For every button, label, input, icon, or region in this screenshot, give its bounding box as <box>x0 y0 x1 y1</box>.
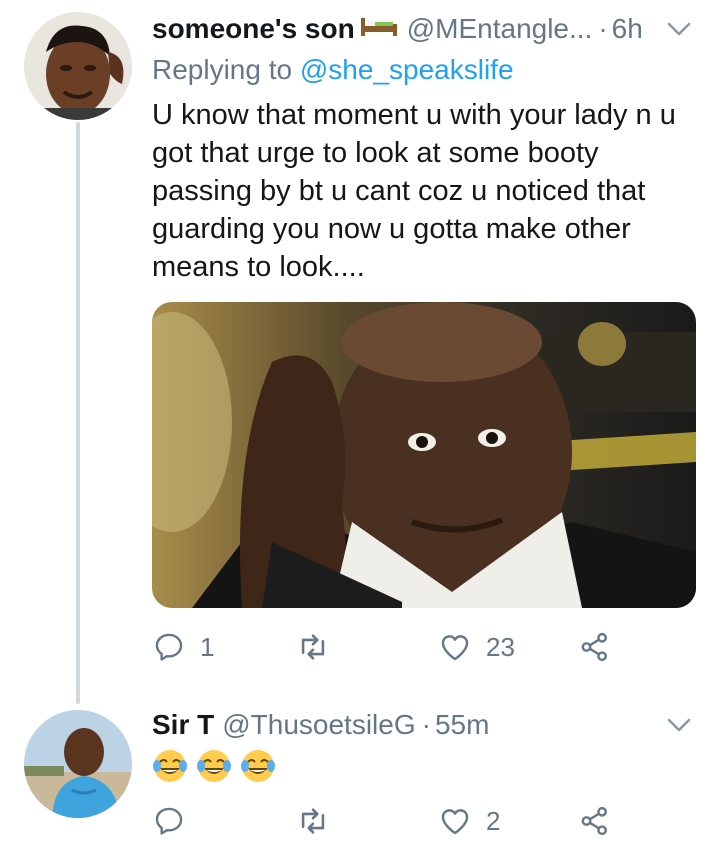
avatar[interactable] <box>24 710 132 818</box>
reply-icon <box>155 633 183 661</box>
tweet-media-photo[interactable] <box>152 302 696 608</box>
share-icon <box>581 632 607 662</box>
tweet-actions: 1 23 <box>152 630 632 670</box>
share-button[interactable] <box>578 630 612 664</box>
tweet[interactable]: Sir T @ThusoetsileG · 55m 2 <box>0 700 720 853</box>
retweet-icon <box>301 808 325 834</box>
tweet-header: Sir T @ThusoetsileG · 55m <box>152 708 489 742</box>
display-name[interactable]: Sir T <box>152 708 214 742</box>
reply-button[interactable]: 1 <box>152 630 214 664</box>
timestamp[interactable]: 55m <box>435 708 489 742</box>
retweet-icon <box>301 634 325 660</box>
retweet-button[interactable] <box>296 630 344 664</box>
like-icon <box>441 809 469 835</box>
timestamp[interactable]: 6h <box>612 12 643 46</box>
like-count: 2 <box>486 805 501 836</box>
handle[interactable]: @MEntangle... <box>407 12 593 46</box>
share-button[interactable] <box>578 804 612 838</box>
separator-dot: · <box>421 709 431 740</box>
share-icon <box>581 806 607 836</box>
reply-count: 1 <box>200 631 215 662</box>
like-button[interactable]: 2 <box>438 804 500 838</box>
display-name[interactable]: someone's son <box>152 12 355 46</box>
chevron-down-icon[interactable] <box>664 710 694 740</box>
chevron-down-icon[interactable] <box>664 14 694 44</box>
handle[interactable]: @ThusoetsileG <box>222 708 415 742</box>
like-button[interactable]: 23 <box>438 630 515 664</box>
reply-icon <box>155 807 183 835</box>
replying-to: Replying to @she_speakslife <box>152 54 514 86</box>
tweet-actions: 2 <box>152 804 632 844</box>
tweet[interactable]: someone's son @MEntangle... · 6h Replyin… <box>0 0 720 700</box>
retweet-button[interactable] <box>296 804 344 838</box>
replying-to-prefix: Replying to <box>152 54 300 85</box>
like-count: 23 <box>486 631 515 662</box>
replying-to-mention[interactable]: @she_speakslife <box>300 54 514 85</box>
tweet-text <box>152 748 276 784</box>
tweet-text: U know that moment u with your lady n u … <box>152 99 676 283</box>
face-with-tears-of-joy-icon <box>241 750 275 782</box>
face-with-tears-of-joy-icon <box>197 750 231 782</box>
avatar[interactable] <box>24 12 132 120</box>
tweet-header: someone's son @MEntangle... · 6h <box>152 12 643 46</box>
bed-emoji <box>359 12 399 36</box>
reply-button[interactable] <box>152 804 200 838</box>
face-with-tears-of-joy-icon <box>153 750 187 782</box>
like-icon <box>441 635 469 661</box>
separator-dot: · <box>598 13 608 44</box>
